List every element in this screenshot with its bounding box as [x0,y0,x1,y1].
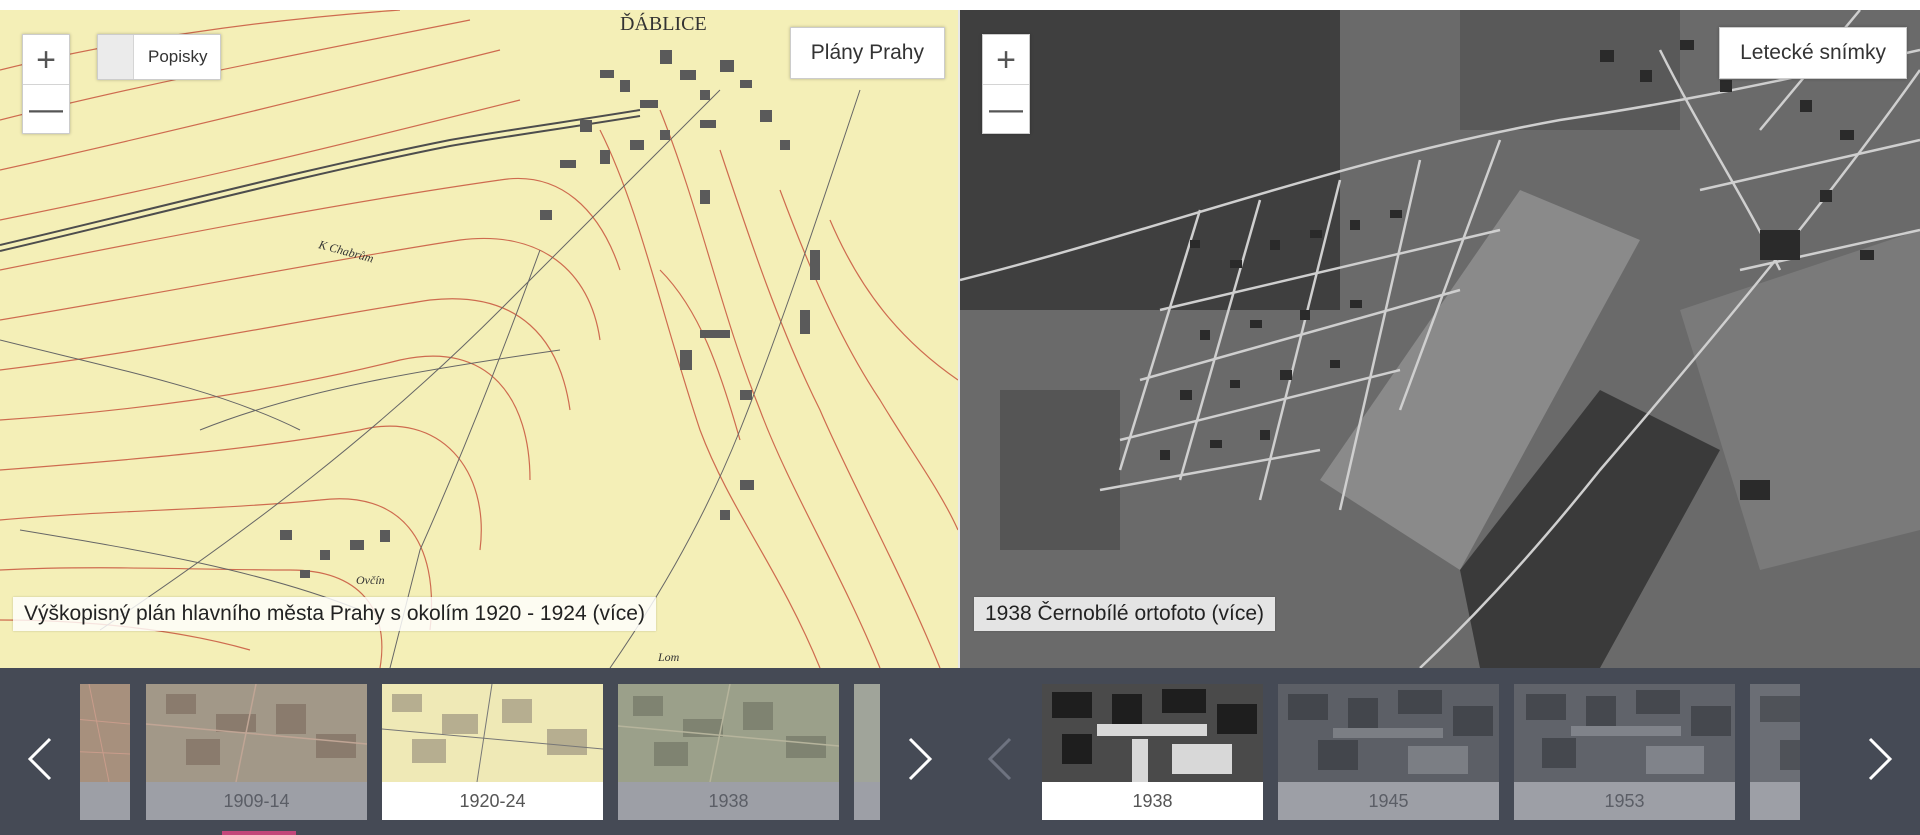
minus-icon: — [29,90,63,128]
thumbnail-image [1514,684,1735,782]
thumbnail-image [1042,684,1263,782]
thumbnail-image [1278,684,1499,782]
aerial-photo-image [960,10,1920,668]
right-thumbnail-list: 1938 1945 1953 [1042,684,1800,820]
right-thumbnail-3[interactable] [1750,684,1800,820]
thumbnail-image [80,684,130,782]
thumbnail-label: 1945 [1278,782,1499,820]
left-strip-next-button[interactable] [880,714,960,804]
thumbnail-image [854,684,880,782]
left-thumbnail-list: 1909-14 1920-24 1938 [80,684,880,820]
right-timeline-strip: 1938 1945 1953 [960,668,1920,835]
historical-plan-image: ĎÁBLICE K Chabrům Ovčín Lom [0,10,958,668]
left-zoom-control: + — [22,34,70,134]
bottom-accent-bar [222,831,296,835]
left-zoom-out-button[interactable]: — [23,84,69,133]
historical-plan-map[interactable]: ĎÁBLICE K Chabrům Ovčín Lom + — Popisky … [0,10,958,668]
right-map-caption[interactable]: 1938 Černobílé ortofoto (více) [974,597,1275,631]
thumbnail-image [146,684,367,782]
thumbnail-label [80,782,130,820]
thumbnail-label [1750,782,1800,820]
labels-toggle[interactable]: Popisky [97,34,221,80]
thumbnail-label: 1938 [1042,782,1263,820]
right-strip-prev-button[interactable] [960,714,1040,804]
thumbnail-label: 1920-24 [382,782,603,820]
right-zoom-in-button[interactable]: + [983,35,1029,84]
left-thumbnail-1909-14[interactable]: 1909-14 [146,684,367,820]
right-strip-next-button[interactable] [1840,714,1920,804]
thumbnail-label [854,782,880,820]
thumbnail-label: 1938 [618,782,839,820]
plus-icon: + [36,40,56,79]
chevron-left-icon [27,737,52,781]
place-label-dablice: ĎÁBLICE [620,11,707,35]
left-layer-title-button[interactable]: Plány Prahy [789,27,945,79]
left-zoom-in-button[interactable]: + [23,35,69,84]
right-thumbnail-1953[interactable]: 1953 [1514,684,1735,820]
right-zoom-control: + — [982,34,1030,134]
thumbnail-label: 1909-14 [146,782,367,820]
thumbnail-image [1750,684,1800,782]
place-label-lom: Lom [657,650,680,664]
labels-toggle-label: Popisky [148,47,208,66]
aerial-photo-map[interactable]: + — Letecké snímky 1938 Černobílé ortofo… [960,10,1920,668]
thumbnail-image [618,684,839,782]
right-thumbnail-1945[interactable]: 1945 [1278,684,1499,820]
left-timeline-strip: 1909-14 1920-24 1938 [0,668,960,835]
plus-icon: + [996,40,1016,79]
thumbnail-image [382,684,603,782]
left-map-caption[interactable]: Výškopisný plán hlavního města Prahy s o… [13,597,656,631]
left-thumbnail-0[interactable] [80,684,130,820]
thumbnail-label: 1953 [1514,782,1735,820]
left-thumbnail-1938[interactable]: 1938 [618,684,839,820]
minus-icon: — [989,90,1023,128]
chevron-right-icon [908,737,933,781]
chevron-right-icon [1868,737,1893,781]
place-label-ovcin: Ovčín [356,573,385,587]
right-layer-title-button[interactable]: Letecké snímky [1719,27,1907,79]
left-thumbnail-4[interactable] [854,684,880,820]
right-thumbnail-1938[interactable]: 1938 [1042,684,1263,820]
right-zoom-out-button[interactable]: — [983,84,1029,133]
top-strip [0,0,1920,10]
chevron-left-icon [987,737,1012,781]
labels-toggle-switch[interactable] [98,35,134,79]
left-strip-prev-button[interactable] [0,714,80,804]
left-thumbnail-1920-24[interactable]: 1920-24 [382,684,603,820]
